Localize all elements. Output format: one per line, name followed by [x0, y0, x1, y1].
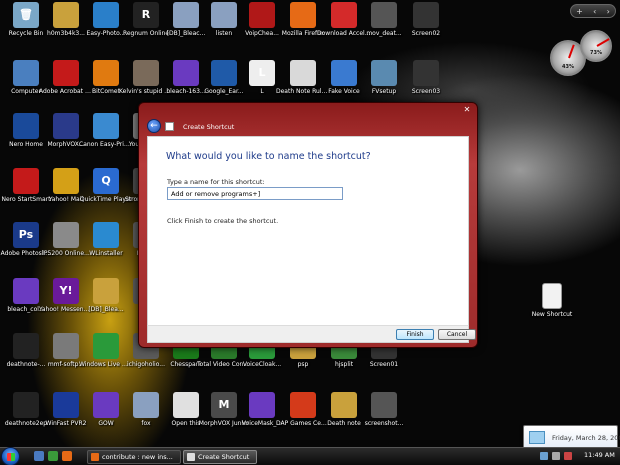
- windows-logo-icon: [7, 453, 15, 461]
- archive-icon: [13, 278, 39, 304]
- dialog-footer: Finish Cancel: [147, 325, 476, 343]
- desktop-icon[interactable]: Screen02: [398, 2, 454, 38]
- desktop-icon-label: Screen01: [369, 361, 399, 368]
- firefox-icon: [290, 2, 316, 28]
- download-accelerator-icon: [331, 2, 357, 28]
- network-icon[interactable]: [540, 452, 548, 460]
- memory-meter-gadget[interactable]: 73%: [580, 30, 612, 62]
- windows-live-messenger-icon: [93, 333, 119, 359]
- clock[interactable]: 11:49 AM: [584, 451, 615, 459]
- add-gadget-button[interactable]: +: [576, 7, 583, 16]
- photoshop-icon: Ps: [13, 222, 39, 248]
- dap-games-icon: [290, 392, 316, 418]
- image-file-icon: [133, 60, 159, 86]
- cancel-button[interactable]: Cancel: [438, 329, 476, 340]
- gauge-b-value: 73%: [590, 50, 602, 56]
- dialog-title: Create Shortcut: [183, 123, 235, 131]
- desktop-icon[interactable]: screenshot...: [356, 392, 412, 428]
- desktop-icon-label: Screen02: [411, 30, 441, 37]
- next-gadget-button[interactable]: ›: [607, 7, 610, 16]
- nero-startsmart-icon: [13, 168, 39, 194]
- taskbar-button-label: Create Shortcut: [198, 453, 250, 461]
- bitcomet-icon: [93, 60, 119, 86]
- screenshot-icon: [413, 60, 439, 86]
- video-file-icon: [13, 392, 39, 418]
- canon-icon: [93, 113, 119, 139]
- desktop[interactable]: 🗑 Recycle Bin h0m3b4k3... Easy-Photo... R Reg…: [0, 0, 620, 447]
- fake-voice-icon: [331, 60, 357, 86]
- gauge-needle: [596, 38, 610, 47]
- start-button[interactable]: [1, 447, 20, 465]
- finish-hint-text: Click Finish to create the shortcut.: [167, 217, 279, 225]
- text-file-icon: L: [249, 60, 275, 86]
- tray-app-icon[interactable]: [564, 452, 572, 460]
- gauge-a-value: 43%: [562, 64, 574, 70]
- screenshot-icon: [371, 392, 397, 418]
- shortcut-wizard-icon: [165, 122, 174, 131]
- media-file-icon: [133, 392, 159, 418]
- calendar-icon: [529, 431, 545, 444]
- firefox-quicklaunch-icon[interactable]: [62, 451, 72, 461]
- nero-home-icon: [13, 113, 39, 139]
- taskbar: contribute : new ins... Create Shortcut …: [0, 447, 620, 465]
- regnum-icon: R: [133, 2, 159, 28]
- taskbar-button-firefox[interactable]: contribute : new ins...: [87, 450, 181, 464]
- archive-icon: [249, 392, 275, 418]
- create-shortcut-dialog: ← Create Shortcut ✕ What would you like …: [138, 102, 478, 348]
- date-tooltip-text: Friday, March 28, 2008: [552, 434, 620, 442]
- video-file-icon: [371, 2, 397, 28]
- software-icon: [53, 333, 79, 359]
- new-shortcut-icon: [542, 283, 562, 309]
- taskbar-button-label: contribute : new ins...: [102, 453, 173, 461]
- easy-photo-icon: [93, 2, 119, 28]
- windows-live-icon: [93, 222, 119, 248]
- close-button[interactable]: ✕: [461, 105, 473, 116]
- switch-windows-icon[interactable]: [48, 451, 58, 461]
- sidebar-gadget-controls: + ‹ ›: [570, 4, 616, 18]
- desktop-icon-label: screenshot...: [364, 420, 404, 427]
- desktop-icon-label: Screen03: [411, 88, 441, 95]
- winfast-icon: [53, 392, 79, 418]
- setup-icon: [371, 60, 397, 86]
- new-shortcut-desktop-icon[interactable]: New Shortcut: [524, 283, 580, 319]
- archive-icon: [93, 392, 119, 418]
- printer-icon: [53, 222, 79, 248]
- text-file-icon: [290, 60, 316, 86]
- date-tooltip: Friday, March 28, 2008: [523, 425, 620, 449]
- yahoo-messenger-icon: Y!: [53, 278, 79, 304]
- folder-icon: [331, 392, 357, 418]
- folder-icon: [93, 278, 119, 304]
- taskbar-button-create-shortcut[interactable]: Create Shortcut: [183, 450, 257, 464]
- volume-icon[interactable]: [552, 452, 560, 460]
- shortcut-name-input[interactable]: [167, 187, 343, 200]
- video-file-icon: [13, 333, 39, 359]
- desktop-icon[interactable]: Screen03: [398, 60, 454, 96]
- shortcut-wizard-icon: [187, 453, 195, 461]
- dialog-heading: What would you like to name the shortcut…: [166, 151, 371, 162]
- folder-icon: [53, 2, 79, 28]
- computer-icon: [13, 60, 39, 86]
- firefox-icon: [91, 453, 99, 461]
- morphvox-icon: [53, 113, 79, 139]
- acrobat-icon: [53, 60, 79, 86]
- new-shortcut-label: New Shortcut: [531, 311, 573, 318]
- name-prompt-label: Type a name for this shortcut:: [167, 178, 265, 186]
- dialog-content: What would you like to name the shortcut…: [147, 136, 469, 326]
- back-button[interactable]: ←: [147, 119, 161, 133]
- show-desktop-icon[interactable]: [34, 451, 44, 461]
- screenshot-icon: [413, 2, 439, 28]
- yahoo-mail-icon: [53, 168, 79, 194]
- prev-gadget-button[interactable]: ‹: [593, 7, 596, 16]
- quicktime-icon: Q: [93, 168, 119, 194]
- recycle-bin-icon: 🗑: [13, 2, 39, 28]
- finish-button[interactable]: Finish: [396, 329, 434, 340]
- gauge-needle: [568, 44, 575, 59]
- voip-icon: [249, 2, 275, 28]
